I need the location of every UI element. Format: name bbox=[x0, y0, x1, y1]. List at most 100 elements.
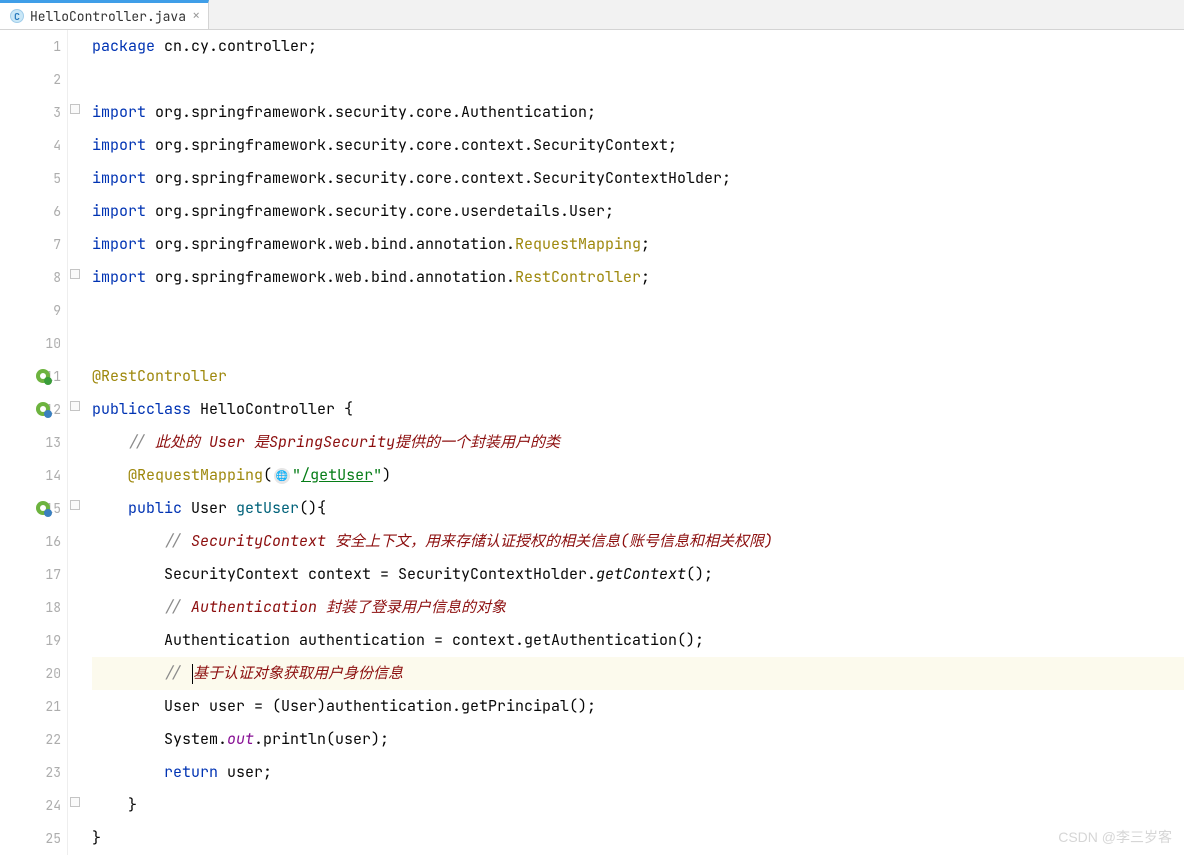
code-text: System. bbox=[164, 723, 227, 756]
line-number: 13 bbox=[0, 426, 67, 459]
string: " bbox=[292, 459, 301, 492]
method-name: getUser bbox=[236, 492, 299, 525]
code-text: Authentication authentication = context.… bbox=[164, 624, 704, 657]
fold-toggle-icon[interactable] bbox=[70, 401, 80, 411]
code-line[interactable]: public class HelloController { bbox=[92, 393, 1184, 426]
keyword: public bbox=[128, 492, 182, 525]
editor-tab[interactable]: C HelloController.java × bbox=[0, 0, 209, 29]
keyword: import bbox=[92, 228, 146, 261]
code-editor[interactable]: 1 2 3 4 5 6 7 8 9 10 11 12 13 14 15 16 1… bbox=[0, 30, 1184, 855]
code-line[interactable]: return user; bbox=[92, 756, 1184, 789]
tab-filename: HelloController.java bbox=[30, 8, 186, 25]
paren: ( bbox=[263, 459, 272, 492]
line-number: 3 bbox=[0, 96, 67, 129]
code-text: org.springframework.security.core.contex… bbox=[146, 162, 731, 195]
keyword: import bbox=[92, 195, 146, 228]
static-field: out bbox=[227, 723, 254, 756]
comment: 基于认证对象获取用户身份信息 bbox=[193, 657, 403, 690]
indent bbox=[92, 492, 128, 525]
keyword: class bbox=[146, 393, 191, 426]
spring-bean-icon[interactable] bbox=[36, 501, 52, 517]
java-class-icon: C bbox=[10, 9, 24, 23]
code-line[interactable]: package cn.cy.controller; bbox=[92, 30, 1184, 63]
comment: SecurityContext bbox=[191, 525, 335, 558]
indent bbox=[92, 690, 164, 723]
spring-run-icon[interactable] bbox=[36, 369, 52, 385]
close-icon[interactable]: × bbox=[192, 9, 200, 23]
code-line[interactable] bbox=[92, 63, 1184, 96]
indent bbox=[92, 723, 164, 756]
code-text: } bbox=[128, 789, 137, 822]
keyword: package bbox=[92, 30, 155, 63]
code-line[interactable]: @RestController bbox=[92, 360, 1184, 393]
comment: 此处的 User 是SpringSecurity提供的一个封装用户的类 bbox=[155, 426, 560, 459]
annotation: @RestController bbox=[92, 360, 227, 393]
keyword: import bbox=[92, 261, 146, 294]
fold-toggle-icon[interactable] bbox=[70, 500, 80, 510]
code-line[interactable] bbox=[92, 327, 1184, 360]
line-number: 22 bbox=[0, 723, 67, 756]
spring-bean-icon[interactable] bbox=[36, 402, 52, 418]
method-call: getContext bbox=[596, 558, 686, 591]
indent bbox=[92, 558, 164, 591]
code-line[interactable]: @RequestMapping(🌐"/getUser") bbox=[92, 459, 1184, 492]
globe-icon[interactable]: 🌐 bbox=[274, 468, 290, 484]
line-number: 14 bbox=[0, 459, 67, 492]
code-text: (); bbox=[686, 558, 713, 591]
fold-toggle-icon[interactable] bbox=[70, 104, 80, 114]
code-line[interactable]: // 此处的 User 是SpringSecurity提供的一个封装用户的类 bbox=[92, 426, 1184, 459]
line-number: 23 bbox=[0, 756, 67, 789]
code-line[interactable]: } bbox=[92, 789, 1184, 822]
keyword: public bbox=[92, 393, 146, 426]
indent bbox=[92, 624, 164, 657]
string: " bbox=[373, 459, 382, 492]
code-line[interactable]: import org.springframework.security.core… bbox=[92, 96, 1184, 129]
code-area[interactable]: package cn.cy.controller; import org.spr… bbox=[84, 30, 1184, 855]
code-line[interactable]: SecurityContext context = SecurityContex… bbox=[92, 558, 1184, 591]
line-number: 11 bbox=[0, 360, 67, 393]
code-line[interactable]: // Authentication 封装了登录用户信息的对象 bbox=[92, 591, 1184, 624]
code-text: .println(user); bbox=[254, 723, 389, 756]
code-text: org.springframework.security.core.userde… bbox=[146, 195, 614, 228]
code-line-active[interactable]: // 基于认证对象获取用户身份信息 bbox=[92, 657, 1184, 690]
indent bbox=[92, 657, 164, 690]
fold-toggle-icon[interactable] bbox=[70, 269, 80, 279]
line-number: 25 bbox=[0, 822, 67, 855]
class-ref: RequestMapping bbox=[515, 228, 641, 261]
code-line[interactable]: // SecurityContext 安全上下文，用来存储认证授权的相关信息(账… bbox=[92, 525, 1184, 558]
code-text: User user = (User)authentication.getPrin… bbox=[164, 690, 596, 723]
line-number: 7 bbox=[0, 228, 67, 261]
fold-toggle-icon[interactable] bbox=[70, 797, 80, 807]
line-number: 9 bbox=[0, 294, 67, 327]
code-line[interactable]: public User getUser(){ bbox=[92, 492, 1184, 525]
code-line[interactable] bbox=[92, 294, 1184, 327]
code-line[interactable]: } bbox=[92, 822, 1184, 855]
code-text: } bbox=[92, 822, 101, 855]
line-number: 4 bbox=[0, 129, 67, 162]
code-line[interactable]: import org.springframework.web.bind.anno… bbox=[92, 261, 1184, 294]
code-line[interactable]: User user = (User)authentication.getPrin… bbox=[92, 690, 1184, 723]
line-number-gutter: 1 2 3 4 5 6 7 8 9 10 11 12 13 14 15 16 1… bbox=[0, 30, 68, 855]
line-number: 5 bbox=[0, 162, 67, 195]
code-line[interactable]: System.out.println(user); bbox=[92, 723, 1184, 756]
line-number: 6 bbox=[0, 195, 67, 228]
code-text: (){ bbox=[299, 492, 326, 525]
comment: // bbox=[164, 525, 191, 558]
annotation: @RequestMapping bbox=[128, 459, 263, 492]
keyword: import bbox=[92, 162, 146, 195]
comment: Authentication bbox=[191, 591, 326, 624]
tab-bar: C HelloController.java × bbox=[0, 0, 1184, 30]
code-line[interactable]: import org.springframework.web.bind.anno… bbox=[92, 228, 1184, 261]
code-line[interactable]: Authentication authentication = context.… bbox=[92, 624, 1184, 657]
line-number: 1 bbox=[0, 30, 67, 63]
url-string[interactable]: /getUser bbox=[301, 459, 373, 492]
line-number: 10 bbox=[0, 327, 67, 360]
line-number: 2 bbox=[0, 63, 67, 96]
code-line[interactable]: import org.springframework.security.core… bbox=[92, 162, 1184, 195]
code-line[interactable]: import org.springframework.security.core… bbox=[92, 129, 1184, 162]
fold-column bbox=[68, 30, 84, 855]
line-number: 17 bbox=[0, 558, 67, 591]
code-line[interactable]: import org.springframework.security.core… bbox=[92, 195, 1184, 228]
code-text: cn.cy.controller; bbox=[155, 30, 317, 63]
indent bbox=[92, 525, 164, 558]
